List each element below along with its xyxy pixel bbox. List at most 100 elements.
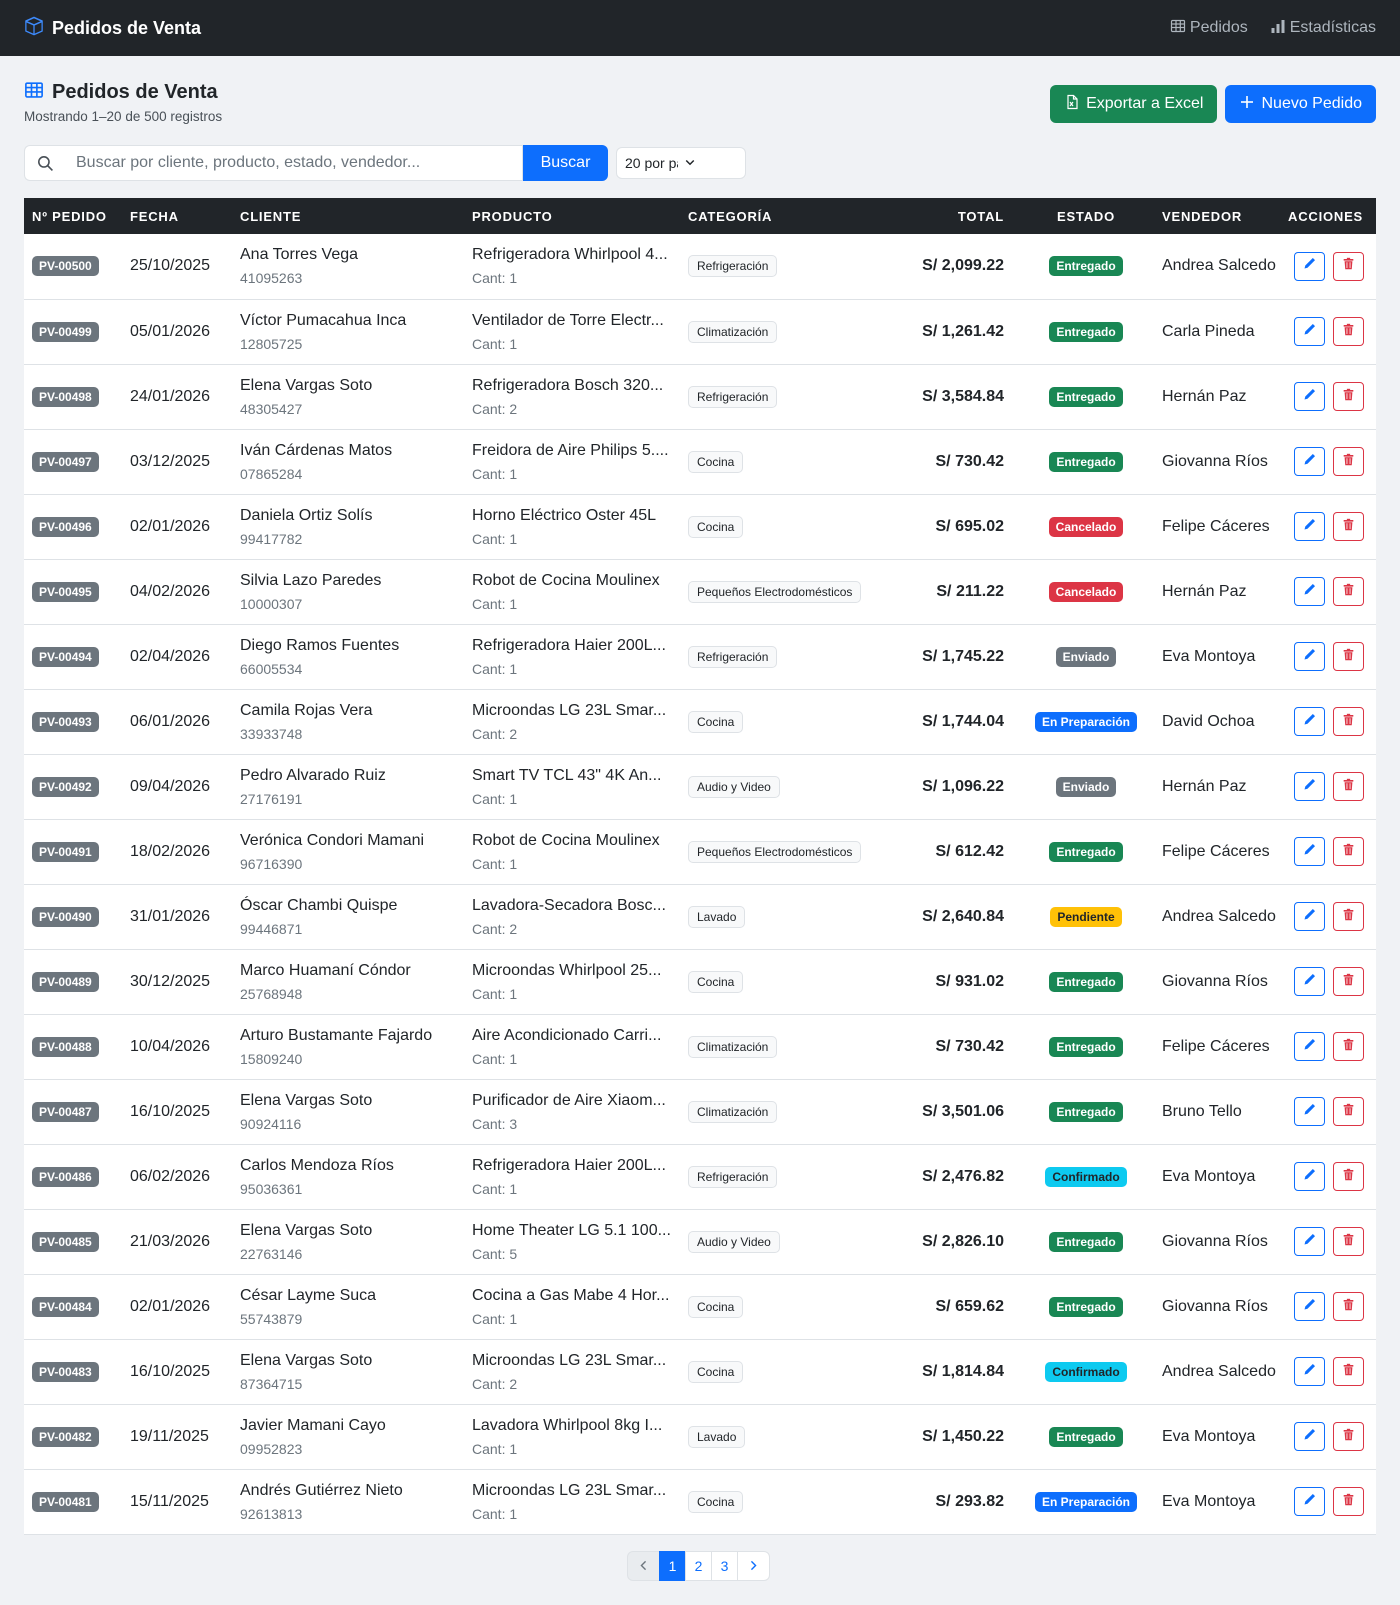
column-header[interactable]: FECHA: [122, 198, 232, 234]
table-row[interactable]: PV-00496 02/01/2026 Daniela Ortiz Solís 994…: [24, 494, 1376, 559]
delete-button[interactable]: [1333, 902, 1364, 931]
category-badge: Pequeños Electrodomésticos: [688, 840, 862, 863]
table-row[interactable]: PV-00494 02/04/2026 Diego Ramos Fuentes 660…: [24, 624, 1376, 689]
edit-button[interactable]: [1294, 1097, 1325, 1126]
table-row[interactable]: PV-00485 21/03/2026 Elena Vargas Soto 22763…: [24, 1209, 1376, 1274]
delete-button[interactable]: [1333, 1422, 1364, 1451]
edit-button[interactable]: [1294, 251, 1325, 281]
nav-link-pedidos[interactable]: Pedidos: [1170, 18, 1248, 39]
page-button-2[interactable]: 2: [685, 1551, 712, 1581]
table-row[interactable]: PV-00483 16/10/2025 Elena Vargas Soto 87364…: [24, 1339, 1376, 1404]
delete-button[interactable]: [1333, 642, 1364, 671]
pencil-icon: [1303, 1168, 1316, 1186]
edit-button[interactable]: [1294, 1487, 1325, 1516]
per-page-select[interactable]: 20 por página: [616, 147, 746, 179]
table-row[interactable]: PV-00482 19/11/2025 Javier Mamani Cayo 0995…: [24, 1404, 1376, 1469]
search-input[interactable]: [66, 145, 523, 181]
delete-button[interactable]: [1333, 1227, 1364, 1256]
edit-button[interactable]: [1294, 707, 1325, 736]
client-name: Diego Ramos Fuentes: [240, 636, 400, 654]
edit-button[interactable]: [1294, 317, 1325, 346]
page-button-1[interactable]: 1: [659, 1551, 686, 1581]
delete-button[interactable]: [1333, 382, 1364, 411]
brand[interactable]: Pedidos de Venta: [24, 16, 201, 41]
edit-button[interactable]: [1294, 902, 1325, 931]
export-excel-button[interactable]: Exportar a Excel: [1050, 85, 1218, 123]
edit-button[interactable]: [1294, 837, 1325, 866]
product-name: Home Theater LG 5.1 100...: [472, 1221, 671, 1239]
table-row[interactable]: PV-00497 03/12/2025 Iván Cárdenas Matos 078…: [24, 429, 1376, 494]
table-row[interactable]: PV-00500 25/10/2025 Ana Torres Vega 4109526…: [24, 234, 1376, 299]
table-row[interactable]: PV-00495 04/02/2026 Silvia Lazo Paredes 100…: [24, 559, 1376, 624]
table-row[interactable]: PV-00490 31/01/2026 Óscar Chambi Quispe 994…: [24, 884, 1376, 949]
table-row[interactable]: PV-00492 09/04/2026 Pedro Alvarado Ruiz 271…: [24, 754, 1376, 819]
table-row[interactable]: PV-00484 02/01/2026 César Layme Suca 557438…: [24, 1274, 1376, 1339]
column-header[interactable]: CLIENTE: [232, 198, 464, 234]
edit-button[interactable]: [1294, 512, 1325, 541]
client-dni: 99417782: [240, 530, 303, 547]
delete-button[interactable]: [1333, 707, 1364, 736]
delete-button[interactable]: [1333, 317, 1364, 346]
table-row[interactable]: PV-00487 16/10/2025 Elena Vargas Soto 90924…: [24, 1079, 1376, 1144]
edit-button[interactable]: [1294, 967, 1325, 996]
nav-link-estadisticas[interactable]: Estadísticas: [1270, 18, 1376, 39]
client-name: Elena Vargas Soto: [240, 376, 373, 394]
delete-button[interactable]: [1333, 1032, 1364, 1061]
table-row[interactable]: PV-00498 24/01/2026 Elena Vargas Soto 48305…: [24, 364, 1376, 429]
table-row[interactable]: PV-00491 18/02/2026 Verónica Condori Maman…: [24, 819, 1376, 884]
edit-button[interactable]: [1294, 447, 1325, 476]
pencil-icon: [1303, 778, 1316, 796]
trash-icon: [1342, 1233, 1355, 1251]
client-name: Camila Rojas Vera: [240, 701, 373, 719]
client-name: Daniela Ortiz Solís: [240, 506, 373, 524]
box-icon: [24, 16, 44, 41]
bar-chart-icon: [1270, 18, 1286, 39]
table-row[interactable]: PV-00493 06/01/2026 Camila Rojas Vera 33933…: [24, 689, 1376, 754]
column-header[interactable]: Nº PEDIDO: [24, 198, 122, 234]
delete-button[interactable]: [1333, 837, 1364, 866]
delete-button[interactable]: [1333, 967, 1364, 996]
delete-button[interactable]: [1333, 1357, 1364, 1386]
edit-button[interactable]: [1294, 642, 1325, 671]
previous-page-button[interactable]: [627, 1551, 660, 1581]
edit-button[interactable]: [1294, 1422, 1325, 1451]
delete-button[interactable]: [1333, 447, 1364, 476]
delete-button[interactable]: [1333, 577, 1364, 606]
product-quantity: Cant: 1: [472, 595, 518, 612]
new-order-button[interactable]: Nuevo Pedido: [1225, 85, 1376, 123]
edit-button[interactable]: [1294, 577, 1325, 606]
edit-button[interactable]: [1294, 1357, 1325, 1386]
table-row[interactable]: PV-00489 30/12/2025 Marco Huamaní Cóndor 25…: [24, 949, 1376, 1014]
pencil-icon: [1303, 713, 1316, 731]
delete-button[interactable]: [1333, 1487, 1364, 1516]
pencil-icon: [1303, 1103, 1316, 1121]
search-button[interactable]: Buscar: [523, 145, 608, 181]
delete-button[interactable]: [1333, 1292, 1364, 1321]
table-row[interactable]: PV-00481 15/11/2025 Andrés Gutiérrez Nieto…: [24, 1469, 1376, 1534]
status-badge: Entregado: [1049, 1101, 1123, 1122]
table-row[interactable]: PV-00486 06/02/2026 Carlos Mendoza Ríos 950…: [24, 1144, 1376, 1209]
column-header[interactable]: PRODUCTO: [464, 198, 680, 234]
delete-button[interactable]: [1333, 251, 1364, 281]
edit-button[interactable]: [1294, 1227, 1325, 1256]
edit-button[interactable]: [1294, 1162, 1325, 1191]
column-header[interactable]: TOTAL: [892, 198, 1018, 234]
delete-button[interactable]: [1333, 1162, 1364, 1191]
edit-button[interactable]: [1294, 1292, 1325, 1321]
edit-button[interactable]: [1294, 772, 1325, 801]
table-row[interactable]: PV-00488 10/04/2026 Arturo Bustamante Faja…: [24, 1014, 1376, 1079]
page-button-3[interactable]: 3: [711, 1551, 738, 1581]
edit-button[interactable]: [1294, 382, 1325, 411]
column-header[interactable]: VENDEDOR: [1154, 198, 1280, 234]
next-page-button[interactable]: [737, 1551, 770, 1581]
order-id-badge: PV-00498: [32, 386, 99, 407]
column-header[interactable]: CATEGORÍA: [680, 198, 892, 234]
order-date: 02/01/2026: [130, 1297, 211, 1315]
delete-button[interactable]: [1333, 772, 1364, 801]
table-row[interactable]: PV-00499 05/01/2026 Víctor Pumacahua Inca 1…: [24, 299, 1376, 364]
delete-button[interactable]: [1333, 1097, 1364, 1126]
status-badge: En Preparación: [1034, 1491, 1138, 1512]
column-header[interactable]: ESTADO: [1018, 198, 1154, 234]
edit-button[interactable]: [1294, 1032, 1325, 1061]
delete-button[interactable]: [1333, 512, 1364, 541]
